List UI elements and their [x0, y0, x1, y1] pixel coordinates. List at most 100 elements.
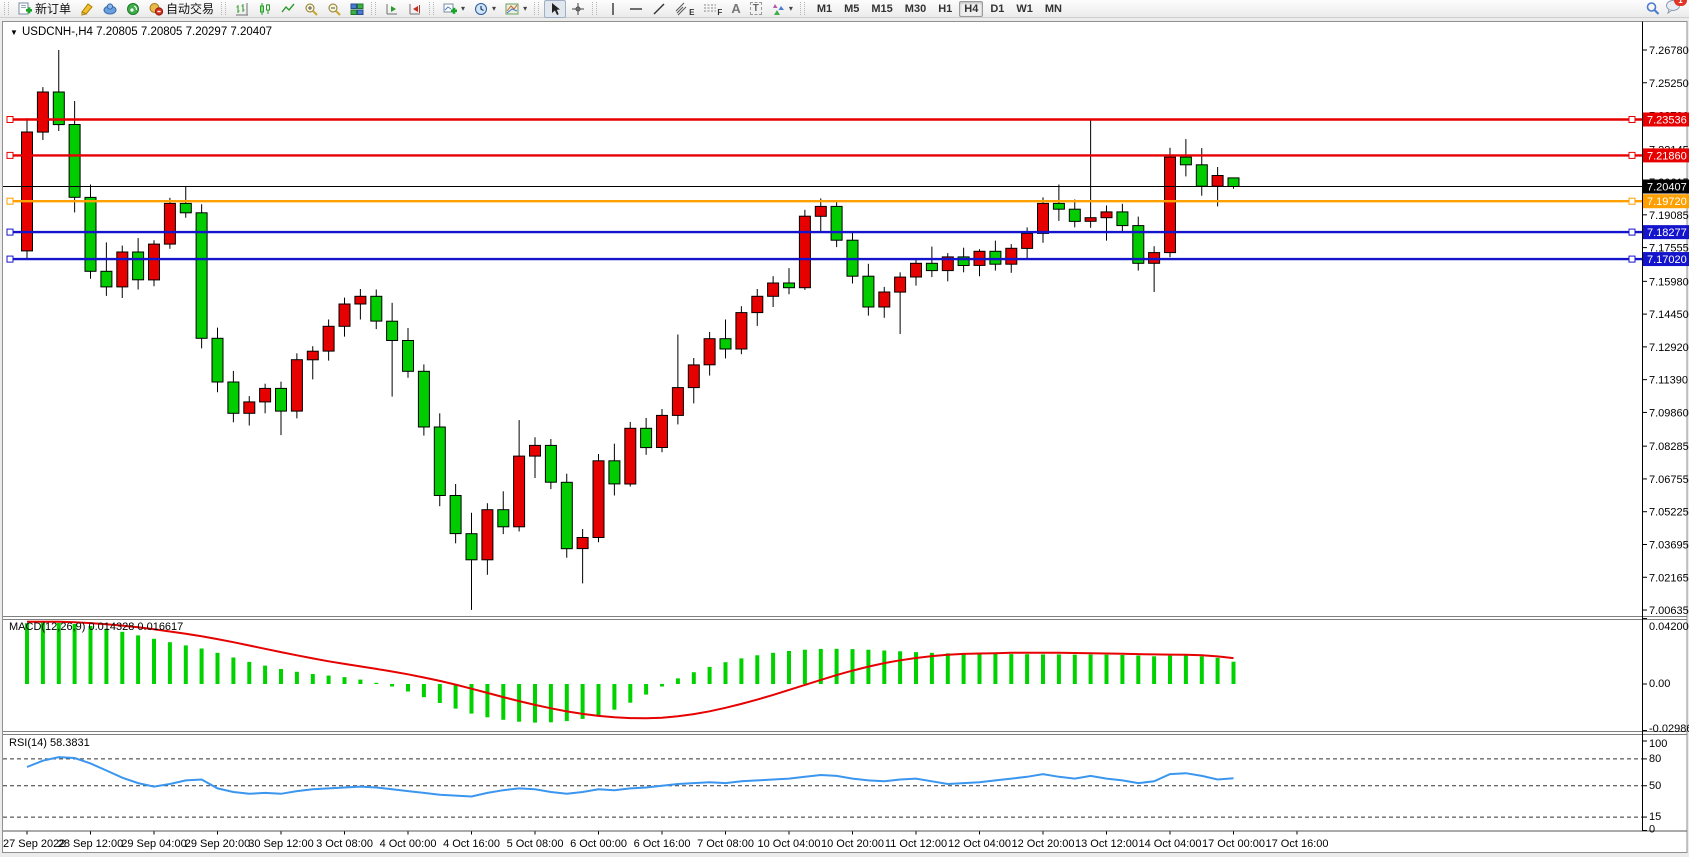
crosshair-button[interactable]	[567, 0, 589, 18]
text-label-button[interactable]: T	[746, 0, 766, 18]
search-button[interactable]	[1641, 0, 1664, 18]
new-order-button[interactable]: 新订单	[14, 0, 75, 18]
timeframe-button-m15[interactable]: M15	[866, 1, 897, 17]
macd-histogram-bar	[136, 635, 140, 684]
time-axis-label: 12 Oct 04:00	[948, 838, 1011, 850]
cursor-button[interactable]	[544, 0, 566, 18]
candle	[736, 306, 747, 354]
macd-axis-label: -0.029864	[1649, 723, 1689, 735]
price-tick-label: 7.05225	[1649, 507, 1689, 519]
macd-histogram-bar	[184, 645, 188, 684]
macd-histogram-bar	[549, 684, 553, 722]
candle	[799, 210, 810, 290]
timeframe-button-m30[interactable]: M30	[900, 1, 931, 17]
zoom-in-button[interactable]	[300, 0, 322, 18]
macd-histogram-bar	[708, 667, 712, 684]
macd-histogram-bar	[930, 653, 934, 684]
profiles-button[interactable]	[99, 0, 121, 18]
macd-histogram-bar	[1009, 654, 1013, 684]
templates-dropdown[interactable]: ▾	[501, 0, 531, 18]
toolbar-grip[interactable]	[534, 2, 539, 15]
text-button[interactable]: A	[727, 0, 744, 18]
bar-chart-button[interactable]	[231, 0, 253, 18]
line-handle[interactable]	[1629, 256, 1635, 262]
macd-histogram-bar	[1200, 656, 1204, 684]
macd-histogram-bar	[676, 678, 680, 684]
macd-histogram-bar	[438, 684, 442, 703]
chart-canvas[interactable]: 7.267807.252507.237207.221457.206157.190…	[0, 18, 1689, 857]
line-handle[interactable]	[7, 198, 13, 204]
line-handle[interactable]	[7, 117, 13, 123]
line-chart-button[interactable]	[277, 0, 299, 18]
tile-windows-button[interactable]	[346, 0, 368, 18]
profiles-icon	[103, 2, 117, 16]
macd-histogram-bar	[724, 662, 728, 684]
autotrading-button[interactable]: 自动交易	[145, 0, 218, 18]
toolbar-grip[interactable]	[371, 2, 376, 15]
price-tick-label: 7.19085	[1649, 210, 1689, 222]
horizontal-line-button[interactable]	[625, 0, 647, 18]
price-tick-label: 7.12920	[1649, 342, 1689, 354]
autotrading-label: 自动交易	[166, 0, 214, 17]
macd-histogram-bar	[152, 639, 156, 684]
chat-button[interactable]: 1	[1665, 0, 1681, 19]
timeframe-button-h4[interactable]: H4	[959, 1, 983, 17]
macd-histogram-bar	[390, 684, 394, 687]
search-icon	[1645, 1, 1660, 16]
chart-shift-button[interactable]	[404, 0, 426, 18]
macd-histogram-bar	[358, 680, 362, 684]
toolbar-grip[interactable]	[4, 2, 9, 15]
zoom-out-button[interactable]	[323, 0, 345, 18]
toolbar-grip[interactable]	[800, 2, 805, 15]
line-handle[interactable]	[7, 256, 13, 262]
macd-histogram-bar	[660, 684, 664, 687]
signals-button[interactable]	[122, 0, 144, 18]
timeframe-button-h1[interactable]: H1	[933, 1, 957, 17]
macd-histogram-bar	[692, 672, 696, 684]
new-chart-dropdown[interactable]: ▾	[439, 0, 469, 18]
new-order-icon	[18, 2, 32, 16]
time-axis-label: 12 Oct 20:00	[1012, 838, 1075, 850]
price-tick-label: 7.02165	[1649, 572, 1689, 584]
signals-icon	[126, 2, 140, 16]
candle	[545, 439, 556, 489]
shapes-dropdown[interactable]: ▾	[767, 0, 797, 18]
equidistant-channel-button[interactable]: E	[671, 0, 698, 18]
macd-histogram-bar	[422, 684, 426, 697]
candlestick-chart-button[interactable]	[254, 0, 276, 18]
macd-histogram-bar	[644, 684, 648, 695]
timeframe-button-d1[interactable]: D1	[985, 1, 1009, 17]
time-axis-label: 4 Oct 16:00	[443, 838, 500, 850]
toolbar-grip[interactable]	[429, 2, 434, 15]
line-handle[interactable]	[1629, 117, 1635, 123]
macd-histogram-bar	[1152, 656, 1156, 684]
timeframe-button-m5[interactable]: M5	[839, 1, 864, 17]
line-handle[interactable]	[1629, 229, 1635, 235]
toolbar-grip[interactable]	[221, 2, 226, 15]
trendline-button[interactable]	[648, 0, 670, 18]
line-handle[interactable]	[1629, 198, 1635, 204]
timeframe-button-m1[interactable]: M1	[812, 1, 837, 17]
line-handle[interactable]	[7, 229, 13, 235]
vertical-line-button[interactable]	[602, 0, 624, 18]
candle	[149, 240, 160, 286]
timeframe-button-w1[interactable]: W1	[1011, 1, 1038, 17]
new-chart-icon	[443, 2, 457, 16]
line-handle[interactable]	[7, 152, 13, 158]
tile-windows-icon	[350, 2, 364, 16]
fibonacci-button[interactable]: F	[699, 0, 726, 18]
chart-title: USDCNH-,H4 7.20805 7.20805 7.20297 7.204…	[22, 26, 272, 38]
toolbar-grip[interactable]	[592, 2, 597, 15]
metaeditor-button[interactable]	[76, 0, 98, 18]
macd-histogram-bar	[168, 642, 172, 684]
chat-unread-badge: 1	[1674, 0, 1687, 6]
time-axis-label: 29 Sep 04:00	[121, 838, 186, 850]
macd-histogram-bar	[628, 684, 632, 703]
timeframe-button-mn[interactable]: MN	[1040, 1, 1067, 17]
macd-histogram-bar	[517, 684, 521, 722]
line-handle[interactable]	[1629, 152, 1635, 158]
periods-dropdown[interactable]: ▾	[470, 0, 500, 18]
macd-histogram-bar	[771, 653, 775, 684]
auto-scroll-button[interactable]	[381, 0, 403, 18]
macd-histogram-bar	[565, 684, 569, 721]
